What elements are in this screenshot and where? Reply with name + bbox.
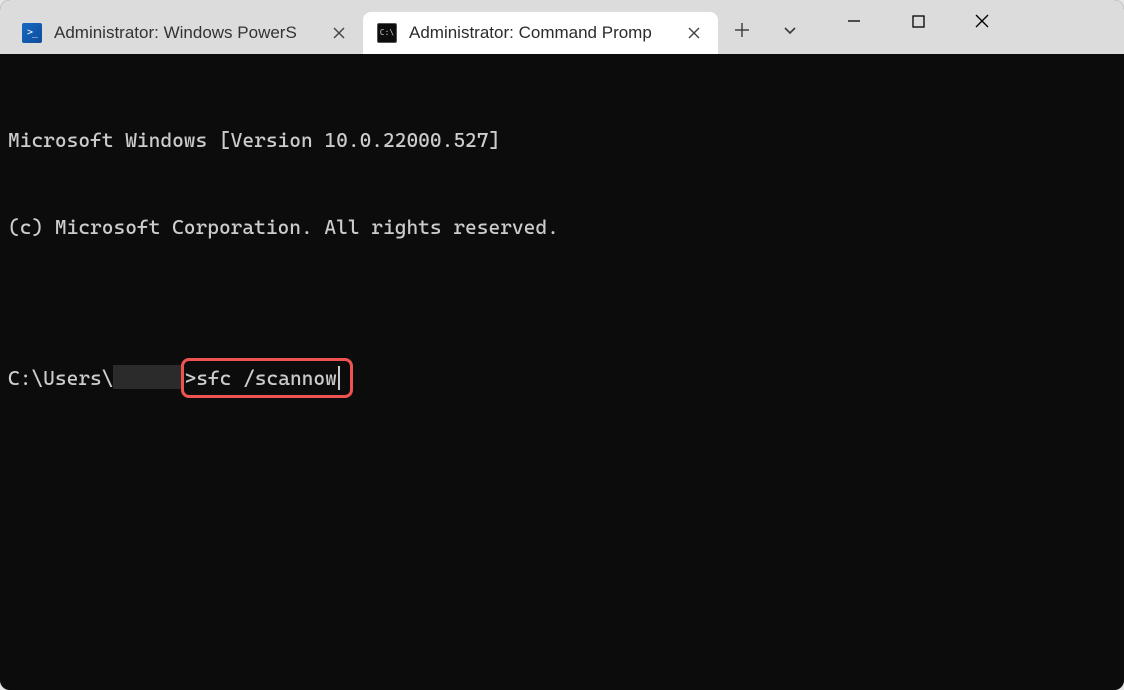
chevron-down-icon — [782, 22, 798, 38]
close-window-button[interactable] — [950, 0, 1014, 42]
redacted-username — [113, 365, 183, 389]
typed-command: sfc /scannow — [196, 364, 337, 393]
maximize-button[interactable] — [886, 0, 950, 42]
terminal-output-line: Microsoft Windows [Version 10.0.22000.52… — [8, 126, 1116, 155]
plus-icon — [734, 22, 750, 38]
minimize-button[interactable] — [822, 0, 886, 42]
cmd-icon — [377, 23, 397, 43]
tab-command-prompt[interactable]: Administrator: Command Promp — [363, 12, 718, 54]
close-icon — [333, 27, 345, 39]
close-icon — [975, 14, 989, 28]
tab-title: Administrator: Command Promp — [409, 23, 668, 43]
text-cursor — [338, 366, 340, 390]
tab-close-button[interactable] — [680, 19, 708, 47]
minimize-icon — [847, 14, 861, 28]
powershell-icon — [22, 23, 42, 43]
new-tab-button[interactable] — [718, 10, 766, 50]
close-icon — [688, 27, 700, 39]
tab-row: Administrator: Windows PowerS Administra… — [8, 0, 718, 54]
titlebar: Administrator: Windows PowerS Administra… — [0, 0, 1124, 54]
prompt-line: C:\Users\ > sfc /scannow — [8, 358, 1116, 398]
window-controls — [822, 0, 1014, 54]
tab-title: Administrator: Windows PowerS — [54, 23, 313, 43]
tab-dropdown-button[interactable] — [766, 10, 814, 50]
tab-powershell[interactable]: Administrator: Windows PowerS — [8, 12, 363, 54]
command-highlight-box: > sfc /scannow — [181, 358, 352, 398]
prompt-gt: > — [184, 364, 196, 393]
terminal-output-line: (c) Microsoft Corporation. All rights re… — [8, 213, 1116, 242]
tab-close-button[interactable] — [325, 19, 353, 47]
prompt-path: C:\Users\ — [8, 364, 113, 393]
terminal-window: Administrator: Windows PowerS Administra… — [0, 0, 1124, 690]
terminal-body[interactable]: Microsoft Windows [Version 10.0.22000.52… — [0, 54, 1124, 690]
maximize-icon — [912, 15, 925, 28]
